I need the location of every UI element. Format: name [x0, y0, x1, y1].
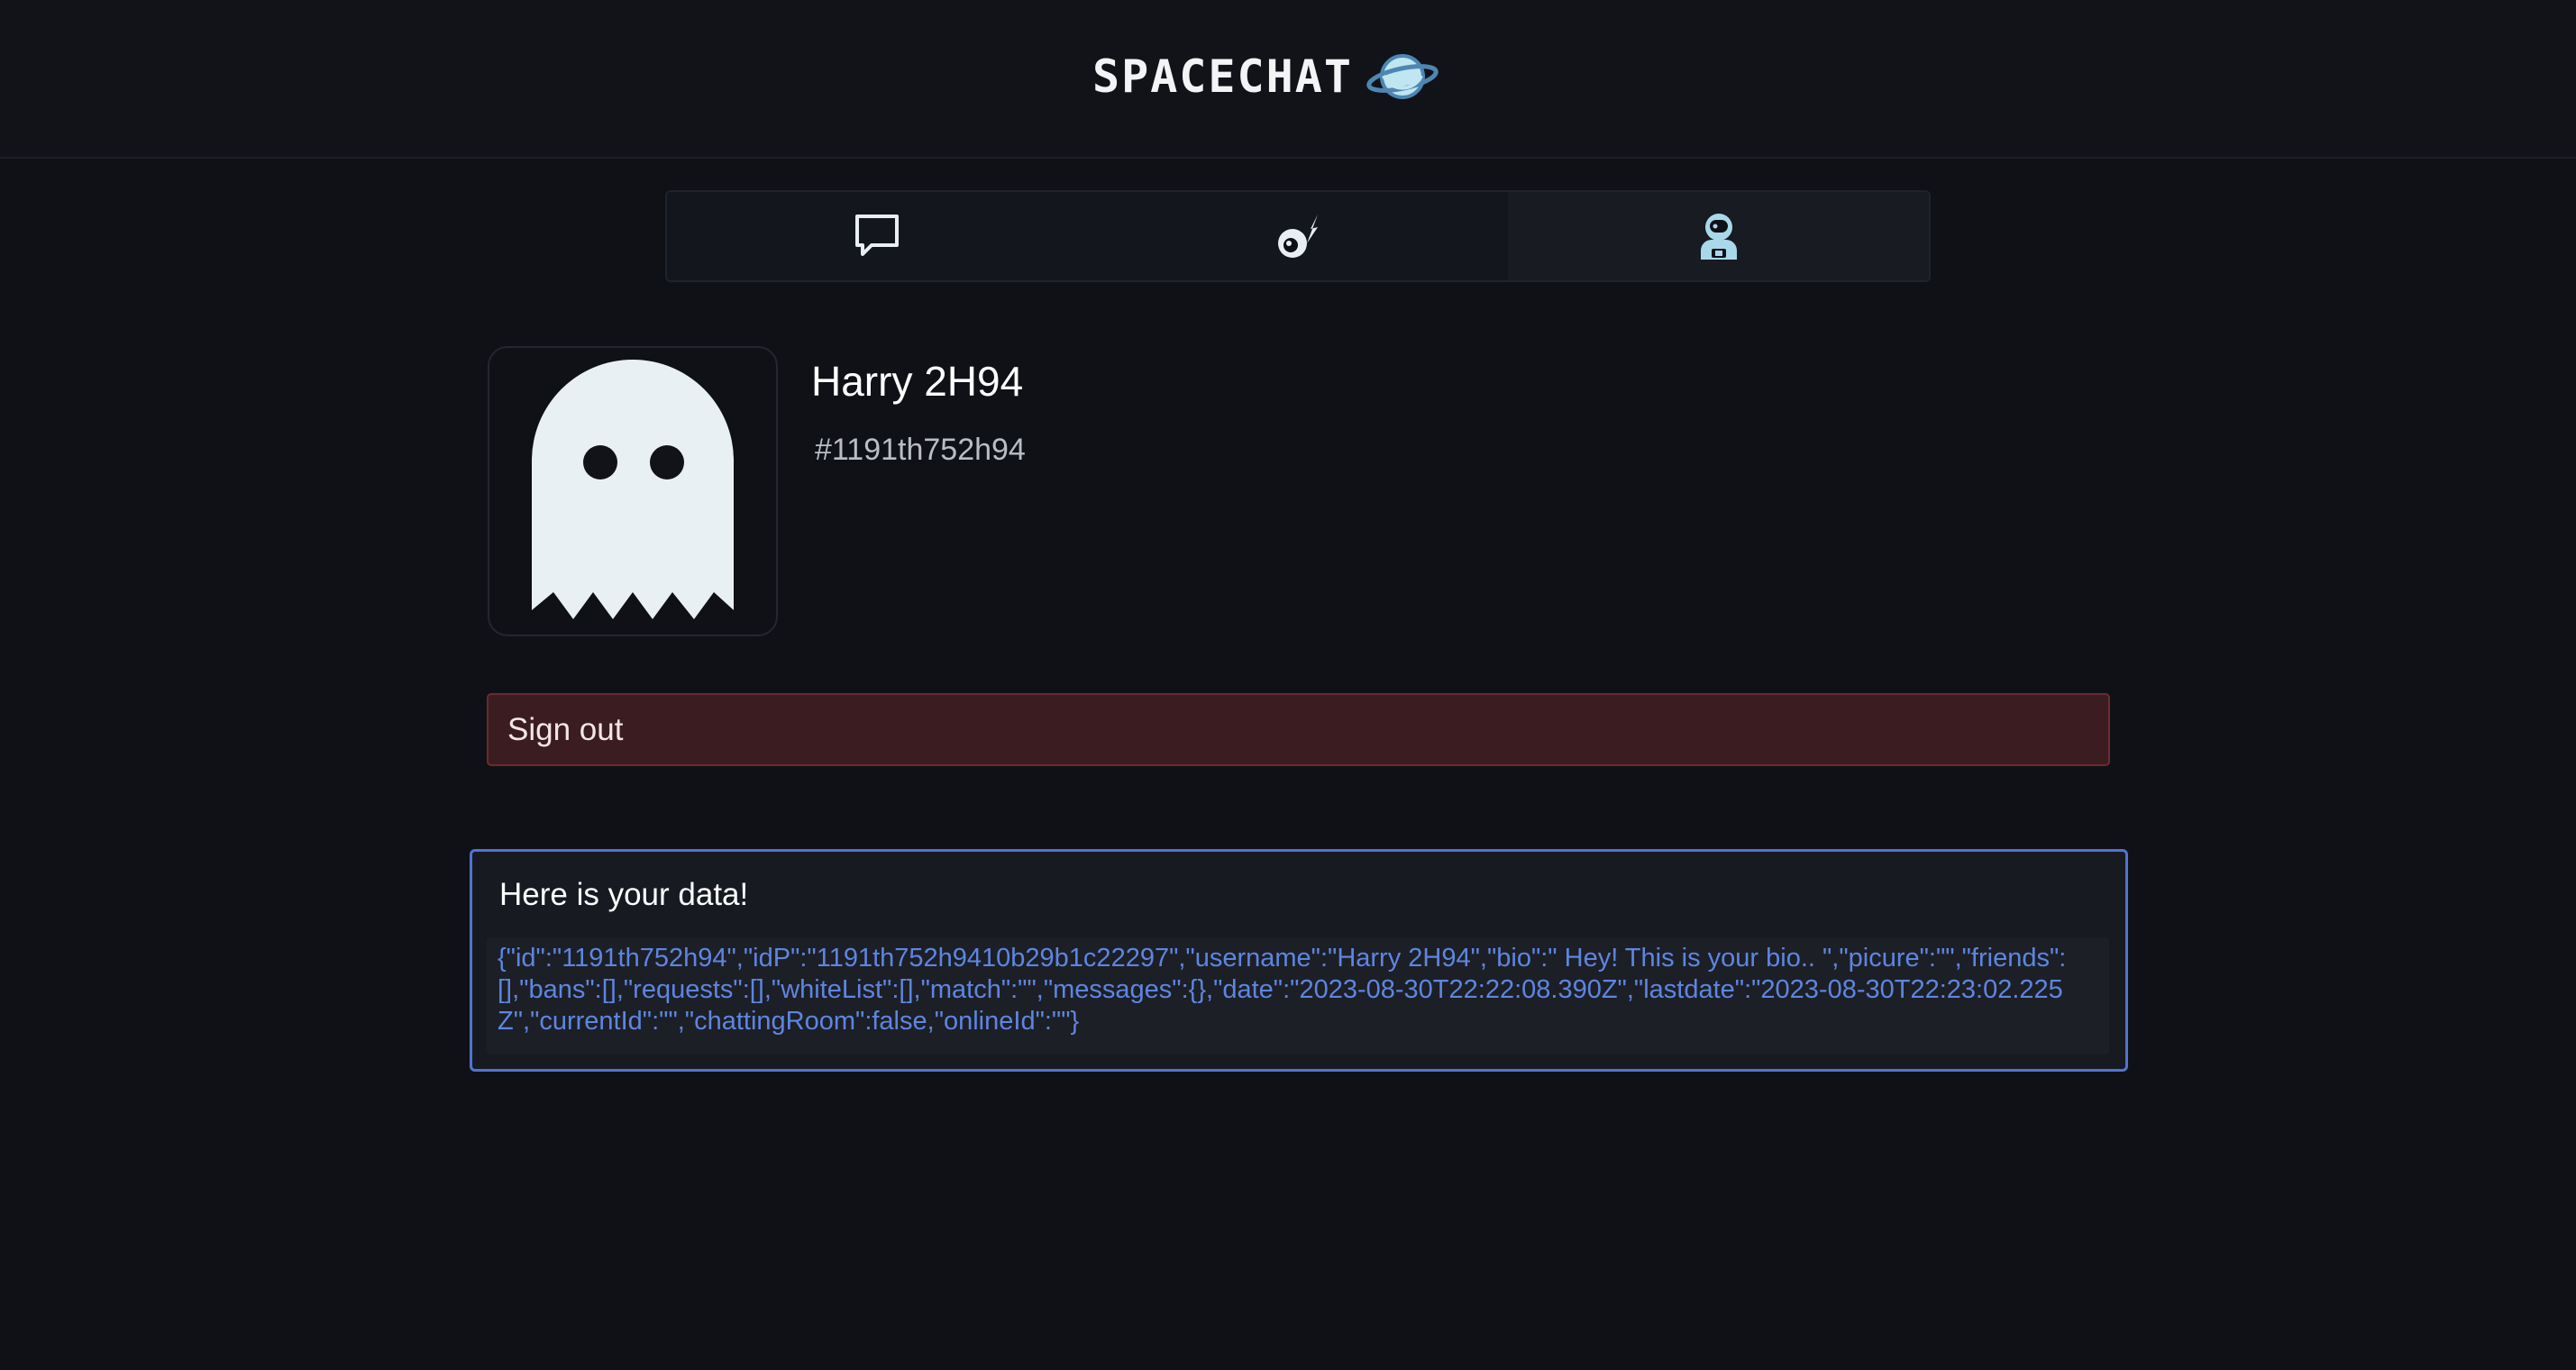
tab-discover[interactable]	[1088, 192, 1509, 280]
avatar[interactable]	[488, 346, 778, 636]
top-bar: SPACECHAT	[0, 0, 2576, 159]
main-tabs	[665, 190, 1931, 282]
profile-user-id: #1191th752h94	[815, 433, 1026, 467]
user-data-panel: Here is your data! {"id":"1191th752h94",…	[470, 849, 2128, 1072]
data-panel-title: Here is your data!	[499, 877, 749, 912]
tab-chat[interactable]	[667, 192, 1088, 280]
profile-username: Harry 2H94	[811, 358, 1024, 405]
data-json-text: {"id":"1191th752h94","idP":"1191th752h94…	[487, 937, 2109, 1055]
ghost-icon	[532, 360, 734, 619]
planet-icon	[1366, 54, 1439, 99]
comet-icon	[1278, 215, 1318, 258]
tab-profile[interactable]	[1508, 192, 1929, 280]
astronaut-icon	[1700, 214, 1737, 260]
chat-bubble-icon	[855, 215, 900, 256]
sign-out-button[interactable]: Sign out	[487, 693, 2110, 766]
brand-name: SPACECHAT	[1092, 50, 1353, 103]
brand-logo[interactable]: SPACECHAT	[1092, 47, 1439, 106]
